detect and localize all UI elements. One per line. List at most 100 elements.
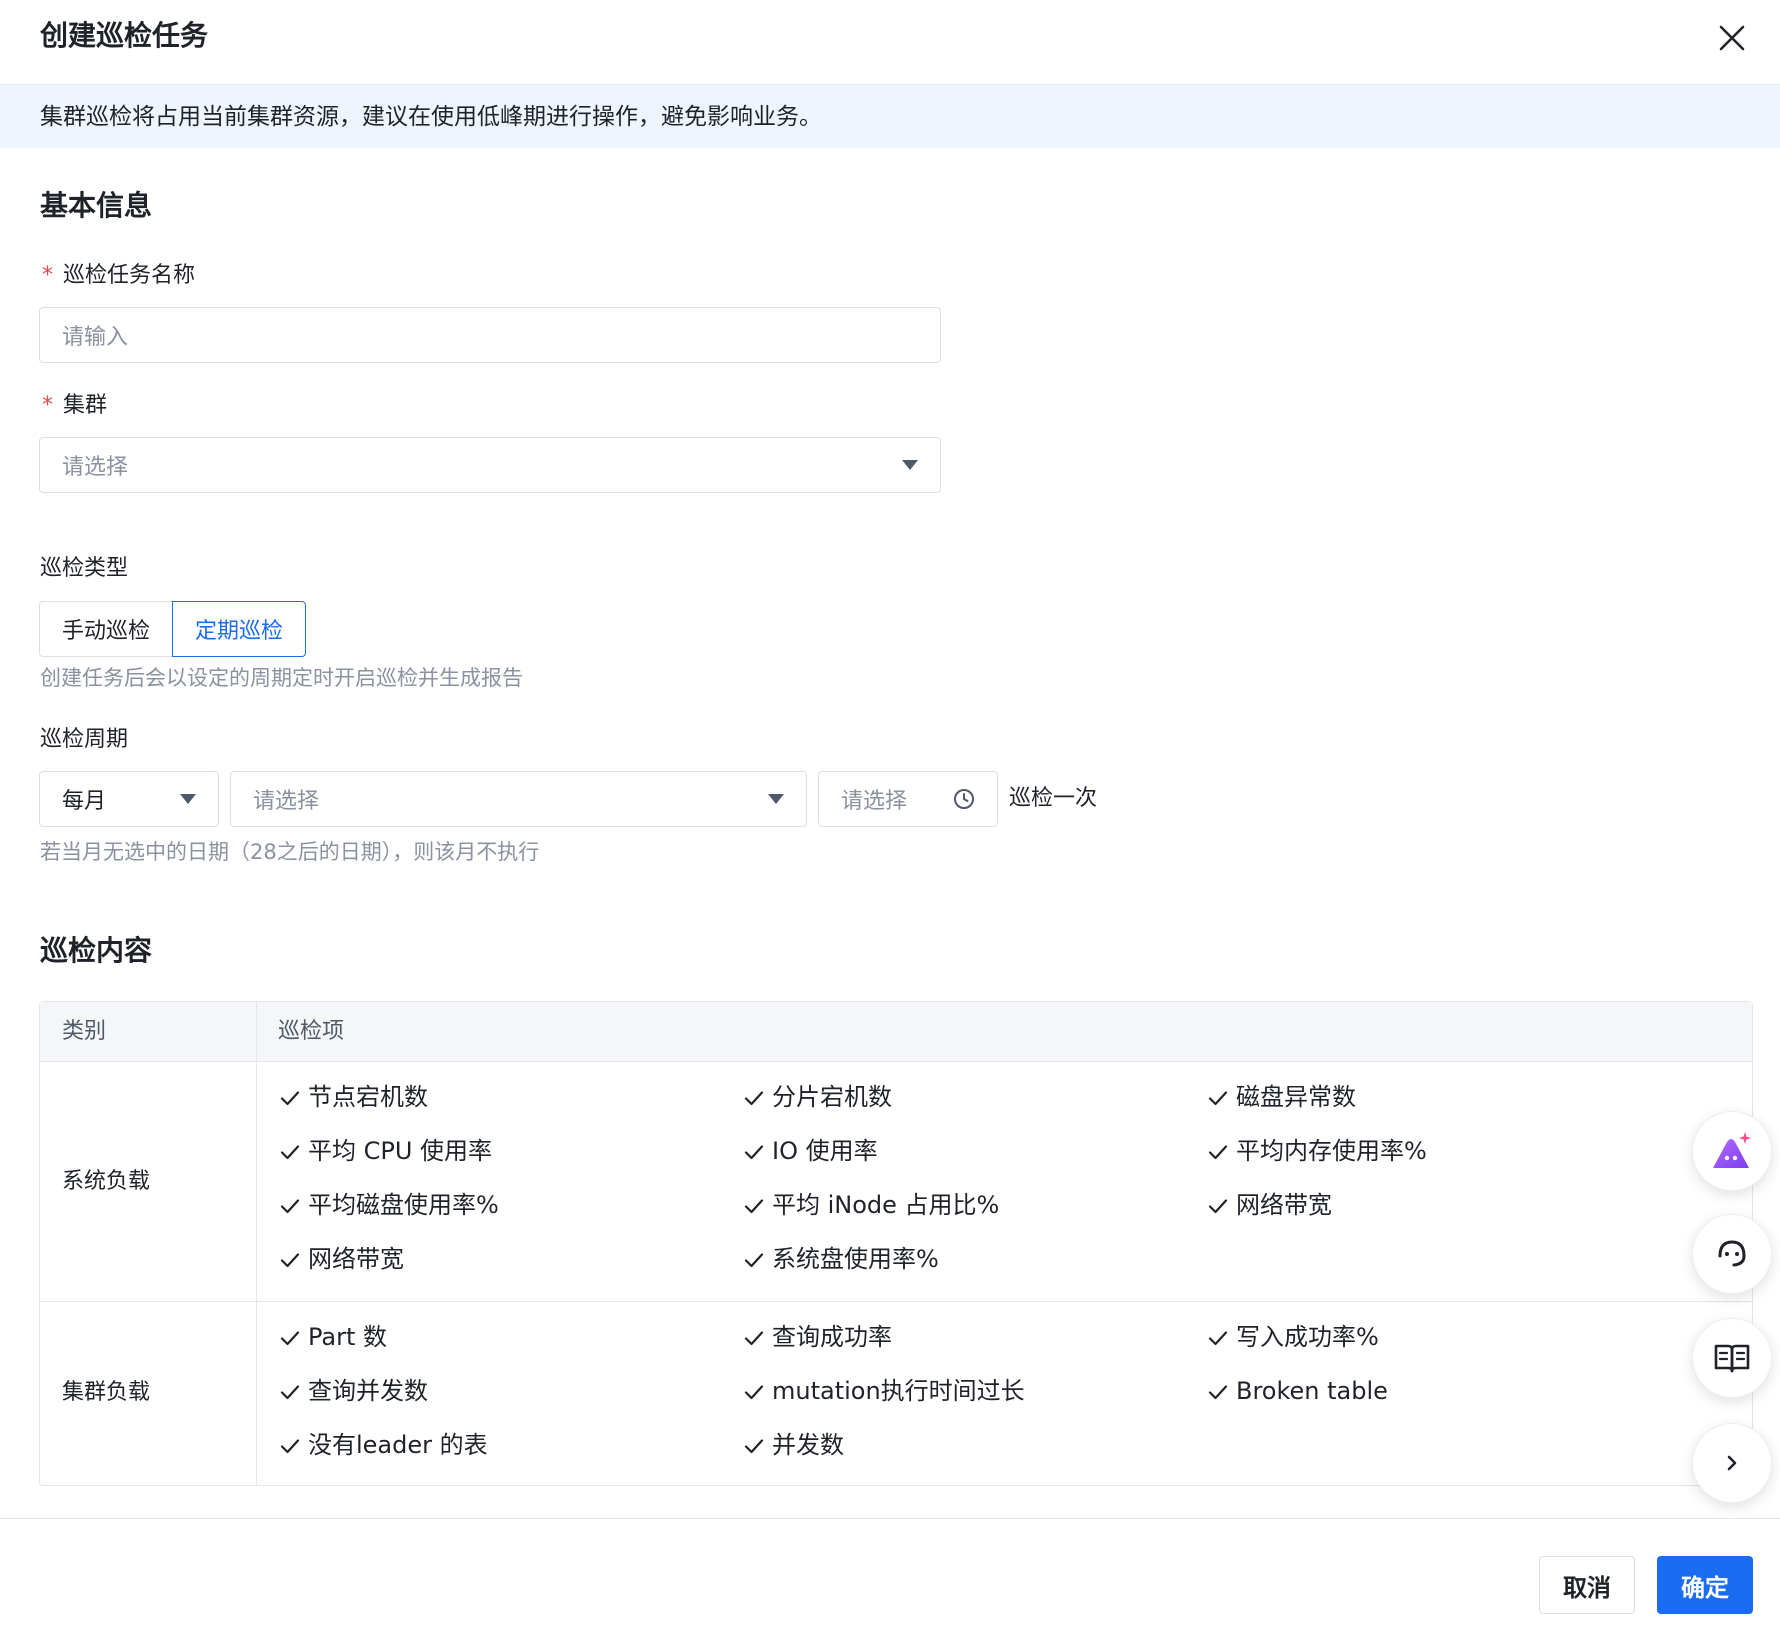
task-name-label: * 巡检任务名称 bbox=[42, 260, 195, 292]
frequency-select[interactable]: 每月 bbox=[39, 771, 219, 827]
scheduled-inspection-option[interactable]: 定期巡检 bbox=[172, 601, 307, 657]
frequency-value: 每月 bbox=[62, 789, 107, 814]
inspection-item-label: 查询成功率 bbox=[772, 1323, 892, 1351]
footer-divider bbox=[0, 1518, 1780, 1519]
inspection-item-label: IO 使用率 bbox=[772, 1137, 878, 1165]
check-icon bbox=[742, 1139, 766, 1163]
task-name-placeholder: 请输入 bbox=[62, 325, 129, 350]
check-icon bbox=[742, 1193, 766, 1217]
check-icon bbox=[278, 1379, 302, 1403]
dialog-title: 创建巡检任务 bbox=[40, 19, 209, 52]
manual-inspection-option[interactable]: 手动巡检 bbox=[39, 601, 173, 657]
category-cluster-load: 集群负载 bbox=[62, 1380, 151, 1405]
inspection-item: Broken table bbox=[1206, 1374, 1388, 1408]
cluster-label-text: 集群 bbox=[63, 393, 108, 418]
inspection-item: 网络带宽 bbox=[1206, 1188, 1332, 1222]
inspection-item: 分片宕机数 bbox=[742, 1080, 892, 1114]
chevron-right-icon bbox=[1727, 1455, 1737, 1471]
check-icon bbox=[278, 1433, 302, 1457]
required-mark: * bbox=[42, 393, 53, 418]
inspection-item: 平均 iNode 占用比% bbox=[742, 1188, 999, 1222]
inspection-type-label: 巡检类型 bbox=[40, 556, 129, 581]
date-select[interactable]: 请选择 bbox=[230, 771, 807, 827]
required-mark: * bbox=[42, 263, 53, 288]
customer-service-icon bbox=[1718, 1240, 1746, 1267]
cancel-button[interactable]: 取消 bbox=[1539, 1556, 1635, 1614]
inspection-item-label: 节点宕机数 bbox=[308, 1083, 428, 1111]
check-icon bbox=[742, 1085, 766, 1109]
inspection-item-label: 查询并发数 bbox=[308, 1377, 428, 1405]
ai-assistant-button[interactable] bbox=[1692, 1111, 1772, 1191]
check-icon bbox=[278, 1193, 302, 1217]
customer-service-button[interactable] bbox=[1692, 1214, 1772, 1294]
date-placeholder: 请选择 bbox=[253, 789, 320, 814]
inspection-item: 系统盘使用率% bbox=[742, 1242, 939, 1276]
notice-text: 集群巡检将占用当前集群资源，建议在使用低峰期进行操作，避免影响业务。 bbox=[40, 104, 822, 130]
inspection-content-title: 巡检内容 bbox=[40, 934, 153, 967]
inspection-item-label: 写入成功率% bbox=[1236, 1323, 1379, 1351]
inspection-type-hint: 创建任务后会以设定的周期定时开启巡检并生成报告 bbox=[40, 666, 523, 690]
check-icon bbox=[1206, 1379, 1230, 1403]
inspection-item: 并发数 bbox=[742, 1428, 844, 1462]
inspection-item: 写入成功率% bbox=[1206, 1320, 1379, 1354]
inspection-item-label: Part 数 bbox=[308, 1323, 388, 1351]
expand-panel-button[interactable] bbox=[1692, 1423, 1772, 1503]
column-divider bbox=[256, 1002, 257, 1485]
inspection-item: 网络带宽 bbox=[278, 1242, 404, 1276]
task-name-input[interactable]: 请输入 bbox=[39, 307, 941, 363]
inspection-item: 查询并发数 bbox=[278, 1374, 428, 1408]
check-icon bbox=[278, 1247, 302, 1271]
inspection-item-label: 分片宕机数 bbox=[772, 1083, 892, 1111]
inspection-item: IO 使用率 bbox=[742, 1134, 878, 1168]
inspection-item: 没有leader 的表 bbox=[278, 1428, 488, 1462]
check-icon bbox=[278, 1139, 302, 1163]
header-category: 类别 bbox=[62, 1019, 107, 1044]
ai-assistant-icon bbox=[1713, 1132, 1751, 1168]
inspection-item-label: 并发数 bbox=[772, 1431, 844, 1459]
resource-notice: 集群巡检将占用当前集群资源，建议在使用低峰期进行操作，避免影响业务。 bbox=[0, 84, 1780, 148]
inspection-item-label: 系统盘使用率% bbox=[772, 1245, 939, 1273]
header-items: 巡检项 bbox=[278, 1019, 345, 1044]
clock-icon bbox=[954, 789, 974, 809]
caret-down-icon bbox=[902, 460, 918, 470]
caret-down-icon bbox=[768, 794, 784, 804]
inspection-item: 节点宕机数 bbox=[278, 1080, 428, 1114]
time-placeholder: 请选择 bbox=[841, 789, 908, 814]
inspection-item: 平均内存使用率% bbox=[1206, 1134, 1427, 1168]
check-icon bbox=[742, 1433, 766, 1457]
confirm-button[interactable]: 确定 bbox=[1657, 1556, 1753, 1614]
inspection-item: 平均磁盘使用率% bbox=[278, 1188, 499, 1222]
inspection-item-label: Broken table bbox=[1236, 1377, 1388, 1405]
docs-button[interactable] bbox=[1692, 1318, 1772, 1398]
check-icon bbox=[742, 1325, 766, 1349]
check-icon bbox=[742, 1379, 766, 1403]
basic-info-title: 基本信息 bbox=[40, 189, 153, 222]
inspection-cycle-label: 巡检周期 bbox=[40, 727, 129, 752]
inspection-item: Part 数 bbox=[278, 1320, 387, 1354]
docs-book-icon bbox=[1714, 1344, 1750, 1373]
inspection-items-table: 类别 巡检项 系统负载 节点宕机数 分片宕机数 磁盘异常数 平均 CPU 使用率 IO … bbox=[39, 1001, 1753, 1486]
check-icon bbox=[278, 1085, 302, 1109]
inspection-cycle-hint: 若当月无选中的日期（28之后的日期），则该月不执行 bbox=[40, 840, 540, 864]
table-header: 类别 巡检项 bbox=[40, 1002, 1752, 1062]
inspection-item: 磁盘异常数 bbox=[1206, 1080, 1356, 1114]
close-icon bbox=[1719, 25, 1745, 51]
inspection-item-label: 磁盘异常数 bbox=[1236, 1083, 1356, 1111]
inspection-item-label: 网络带宽 bbox=[1236, 1191, 1332, 1219]
check-icon bbox=[742, 1247, 766, 1271]
inspection-item-label: 网络带宽 bbox=[308, 1245, 404, 1273]
close-button[interactable] bbox=[1712, 18, 1752, 58]
cluster-label: * 集群 bbox=[42, 390, 107, 422]
check-icon bbox=[1206, 1193, 1230, 1217]
inspection-type-switch: 手动巡检 定期巡检 bbox=[39, 601, 307, 657]
inspection-item-label: 平均磁盘使用率% bbox=[308, 1191, 499, 1219]
task-name-label-text: 巡检任务名称 bbox=[63, 263, 196, 288]
check-icon bbox=[1206, 1139, 1230, 1163]
inspection-item-label: 没有leader 的表 bbox=[308, 1431, 488, 1459]
cycle-suffix: 巡检一次 bbox=[1009, 786, 1098, 811]
cluster-select[interactable]: 请选择 bbox=[39, 437, 941, 493]
time-picker[interactable]: 请选择 bbox=[818, 771, 998, 827]
check-icon bbox=[1206, 1325, 1230, 1349]
inspection-item-label: 平均内存使用率% bbox=[1236, 1137, 1427, 1165]
inspection-item: 平均 CPU 使用率 bbox=[278, 1134, 492, 1168]
